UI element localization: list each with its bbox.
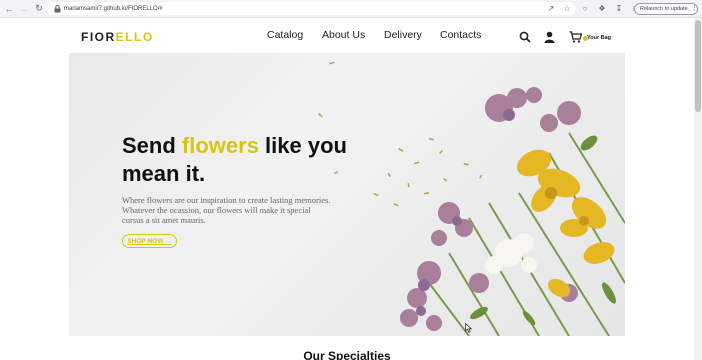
- scrollbar-thumb[interactable]: [695, 20, 701, 112]
- relaunch-button[interactable]: Relaunch to update: [634, 3, 698, 15]
- nav-catalog[interactable]: Catalog: [267, 29, 303, 41]
- extension-icon[interactable]: ○: [580, 3, 590, 13]
- hero-banner: Send flowers like you mean it. Where flo…: [69, 53, 625, 336]
- lock-icon[interactable]: [52, 4, 62, 14]
- site-logo[interactable]: FIORELLO: [81, 30, 154, 44]
- browser-toolbar: ← → ↻ ⌂ mariamsamir7.github.io/FIORELLO/…: [0, 0, 702, 18]
- download-icon[interactable]: ↧: [614, 3, 624, 13]
- hero-title-accent: flowers: [181, 133, 259, 158]
- page-scrollbar[interactable]: [694, 18, 702, 360]
- shop-now-button[interactable]: SHOP NOW →: [122, 234, 177, 248]
- url-text[interactable]: mariamsamir7.github.io/FIORELLO/#: [64, 6, 163, 12]
- back-icon[interactable]: ←: [3, 3, 15, 15]
- hero-title: Send flowers like you mean it.: [122, 132, 352, 188]
- share-icon[interactable]: ↗: [546, 3, 556, 13]
- hero-title-start: Send: [122, 133, 182, 158]
- cart-icon[interactable]: [568, 30, 582, 44]
- forward-icon[interactable]: →: [18, 3, 30, 15]
- hero-description: Where flowers are our inspiration to cre…: [122, 195, 331, 225]
- logo-text-end: ELLO: [115, 30, 154, 44]
- bag-label[interactable]: Your Bag: [587, 35, 611, 41]
- nav-about-us[interactable]: About Us: [322, 29, 365, 41]
- nav-delivery[interactable]: Delivery: [384, 29, 422, 41]
- bookmark-star-icon[interactable]: ☆: [562, 3, 572, 13]
- search-icon[interactable]: [518, 30, 532, 44]
- mouse-cursor-icon: [465, 323, 472, 333]
- browser-menu-icon[interactable]: ⋮: [691, 4, 698, 12]
- address-bar[interactable]: mariamsamir7.github.io/FIORELLO/# ↗ ☆: [46, 2, 576, 15]
- puzzle-icon[interactable]: ❖: [597, 3, 607, 13]
- logo-text-start: FIOR: [81, 30, 116, 44]
- user-icon[interactable]: [542, 30, 556, 44]
- reload-icon[interactable]: ↻: [33, 3, 45, 15]
- nav-contacts[interactable]: Contacts: [440, 29, 481, 41]
- section-title: Our Specialties: [303, 349, 391, 360]
